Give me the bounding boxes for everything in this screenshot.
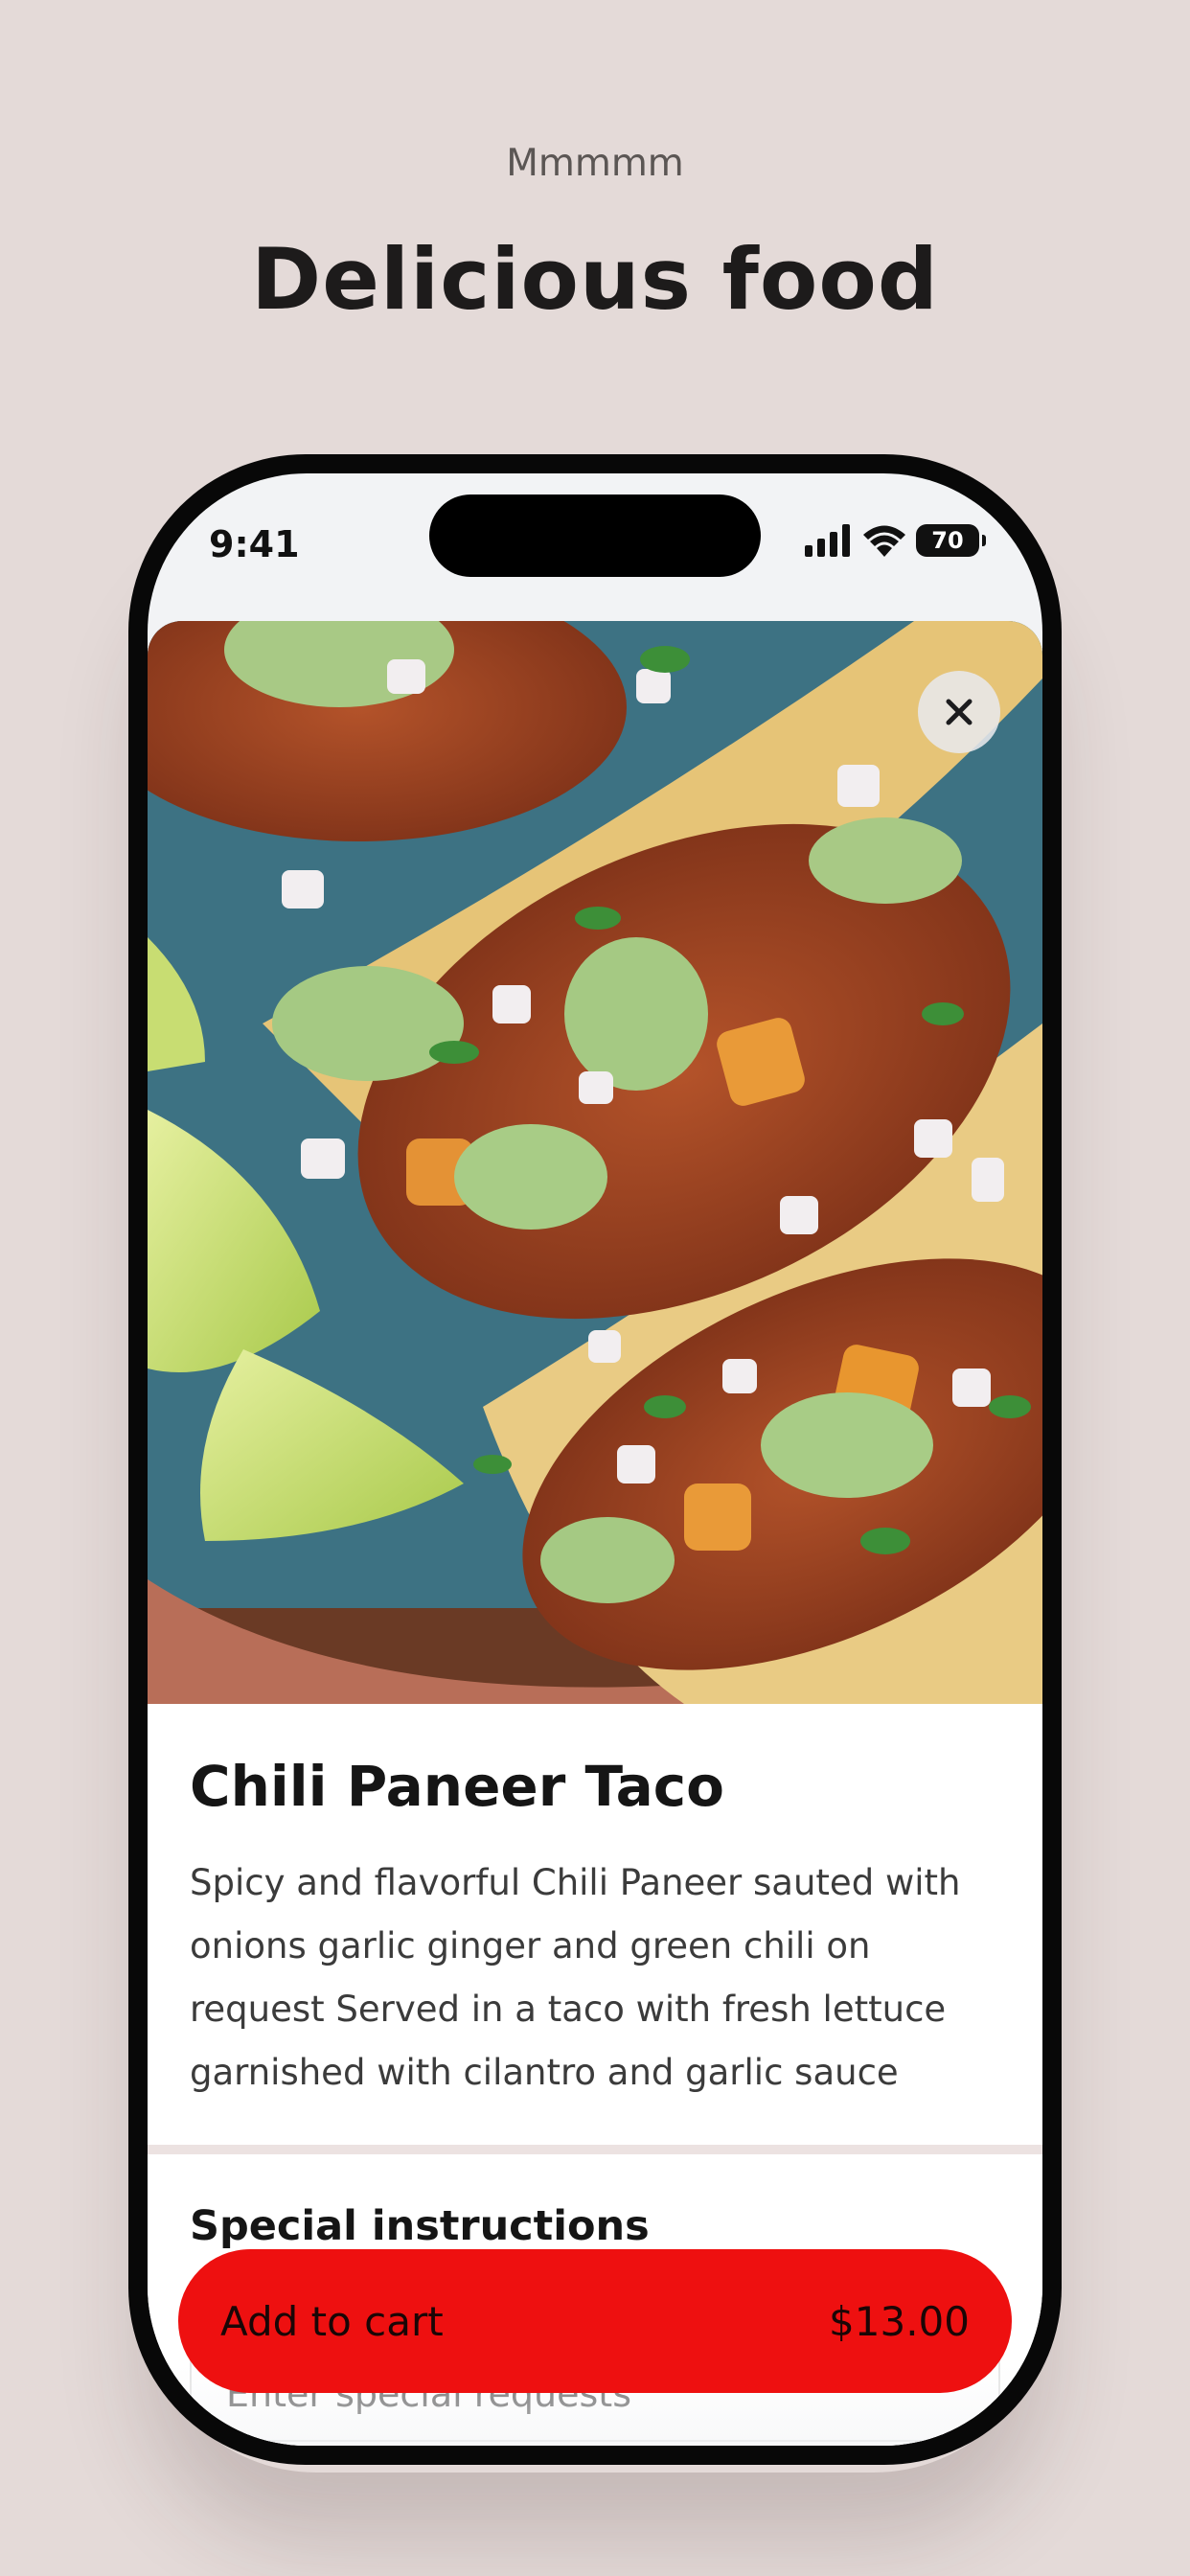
item-hero-image — [148, 621, 1042, 1704]
add-to-cart-button[interactable]: Add to cart $13.00 — [178, 2249, 1012, 2393]
special-instructions-title: Special instructions — [190, 2202, 650, 2250]
status-time: 9:41 — [209, 523, 300, 565]
item-description: Spicy and flavorful Chili Paneer sauted … — [190, 1862, 961, 2093]
status-icons: 70 — [805, 519, 986, 562]
detail-sheet: Chili Paneer Taco Spicy and flavorful Ch… — [148, 621, 1042, 2446]
close-icon — [946, 699, 973, 725]
phone-screen: 9:41 70 Chili Paneer Taco Spicy and flav… — [148, 473, 1042, 2446]
dynamic-island — [429, 494, 761, 577]
promo-title: Delicious food — [251, 230, 939, 329]
promo-eyebrow: Mmmmm — [506, 142, 684, 185]
section-divider — [148, 2145, 1042, 2154]
cart-price: $13.00 — [829, 2297, 970, 2345]
close-button[interactable] — [918, 671, 1000, 753]
taco-photo-icon — [148, 621, 1042, 1704]
item-title: Chili Paneer Taco — [190, 1754, 724, 1819]
add-to-cart-label: Add to cart — [220, 2297, 444, 2345]
battery-icon: 70 — [916, 524, 986, 557]
signal-icon — [805, 524, 850, 557]
wifi-icon — [863, 525, 905, 557]
